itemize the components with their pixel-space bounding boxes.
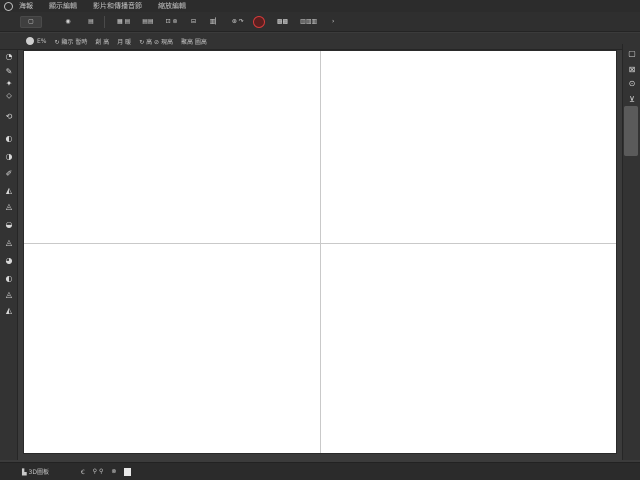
brush-preset-icon xyxy=(26,37,34,45)
toolbar-button-11[interactable]: ▥▥▥ xyxy=(297,16,320,28)
record-button[interactable] xyxy=(252,15,265,28)
toolbar-button-8[interactable]: ▥▏ xyxy=(207,16,223,28)
options-item-4[interactable]: 月 暖 xyxy=(117,37,131,46)
menu-item-3[interactable]: 影片和傳播音節 xyxy=(93,1,142,11)
tool-button-10[interactable]: ◬ xyxy=(4,202,14,212)
tool-button-12[interactable]: ◬ xyxy=(4,238,14,248)
tool-button-11[interactable]: ◒ xyxy=(4,220,14,230)
app-logo-icon[interactable] xyxy=(4,1,13,11)
panel-button-1[interactable]: ▢ xyxy=(627,48,637,58)
status-item-2[interactable]: Ꞓ xyxy=(81,468,85,476)
document-canvas[interactable] xyxy=(24,51,616,453)
options-item-2[interactable]: ↻ 顯示 暫時 xyxy=(55,37,88,46)
options-item-1[interactable]: E% xyxy=(26,37,47,45)
toolbar-button-3[interactable]: ▤ xyxy=(84,16,98,28)
tool-button-5[interactable]: ⟲ xyxy=(4,112,14,122)
tool-button-14[interactable]: ◐ xyxy=(4,274,14,284)
options-item-5[interactable]: ↻ 高 ⊘ 現高 xyxy=(139,37,173,46)
scrollbar-thumb[interactable] xyxy=(624,106,638,156)
toolbar-button-2[interactable]: ◉ xyxy=(61,16,75,28)
panel-button-3[interactable]: ⊙ xyxy=(627,78,637,88)
tool-button-2[interactable]: ✎ xyxy=(4,67,14,77)
toolbar-button-7[interactable]: ⊟ xyxy=(187,16,201,28)
toolbar-button-9[interactable]: ⊛ ↷ xyxy=(229,16,247,28)
color-swatch xyxy=(124,467,132,476)
options-item-1-label: E% xyxy=(37,37,47,45)
status-bar: ▙ 3D圖板 Ꞓ ⚲ ⚲ ⊗ xyxy=(0,462,640,480)
menu-item-2[interactable]: 顯示編輯 xyxy=(49,1,77,11)
menu-item-4[interactable]: 縮放編輯 xyxy=(158,1,186,11)
toolbar-button-10[interactable]: ▩▩ xyxy=(274,16,291,28)
status-item-3[interactable]: ⚲ ⚲ xyxy=(93,468,104,475)
options-item-3[interactable]: 創 高 xyxy=(95,37,109,46)
options-item-6[interactable]: 聚高 圖高 xyxy=(181,37,207,46)
toolbar-button-5[interactable]: ▤▤ xyxy=(139,16,156,28)
tool-button-13[interactable]: ◕ xyxy=(4,256,14,266)
vertical-guide[interactable] xyxy=(320,51,321,453)
menu-item-1[interactable]: 海報 xyxy=(19,1,33,11)
toolbar-separator-1 xyxy=(104,15,105,28)
tool-button-16[interactable]: ◭ xyxy=(4,306,14,316)
status-item-4[interactable]: ⊗ xyxy=(111,468,116,475)
status-item-5[interactable] xyxy=(124,467,132,476)
tool-button-1[interactable]: ◔ xyxy=(4,52,14,62)
horizontal-guide[interactable] xyxy=(24,243,616,244)
tool-button-6[interactable]: ◐ xyxy=(4,134,14,144)
panel-button-2[interactable]: ⊠ xyxy=(627,64,637,74)
tool-button-7[interactable]: ◑ xyxy=(4,152,14,162)
menu-bar: 海報 顯示編輯 影片和傳播音節 縮放編輯 xyxy=(0,0,640,12)
tool-button-15[interactable]: ◬ xyxy=(4,290,14,300)
tool-button-3[interactable]: ✦ xyxy=(4,79,14,89)
toolbar-button-1[interactable]: ▢ xyxy=(20,15,42,28)
toolbar-expand-button[interactable]: › xyxy=(326,16,340,28)
toolbar-button-6[interactable]: ⊡ ⊚ xyxy=(163,16,181,28)
tool-button-9[interactable]: ◭ xyxy=(4,186,14,196)
panel-button-4[interactable]: ⊻ xyxy=(627,94,637,104)
main-toolbar: ▢ ◉ ▤ ▦ ▤ ▤▤ ⊡ ⊚ ⊟ ▥▏ ⊛ ↷ ▩▩ ▥▥▥ › xyxy=(0,12,640,32)
tool-button-4[interactable]: ⬦ xyxy=(4,91,14,101)
tool-button-8[interactable]: ✐ xyxy=(4,169,14,179)
tools-panel: ◔ ✎ ✦ ⬦ ⟲ ◐ ◑ ✐ ◭ ◬ ◒ ◬ ◕ ◐ ◬ ◭ xyxy=(0,50,18,460)
options-bar: E% ↻ 顯示 暫時 創 高 月 暖 ↻ 高 ⊘ 現高 聚高 圖高 xyxy=(0,33,640,50)
status-doc-info: ▙ 3D圖板 xyxy=(22,469,49,476)
toolbar-button-4[interactable]: ▦ ▤ xyxy=(114,16,133,28)
